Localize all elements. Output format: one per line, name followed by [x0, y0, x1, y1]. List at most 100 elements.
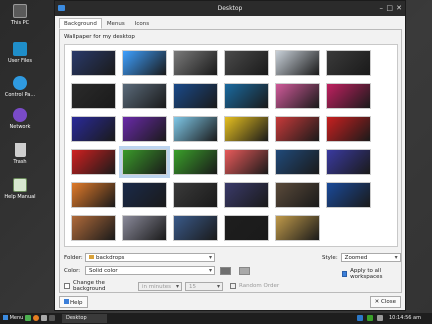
random-order-checkbox[interactable]	[230, 283, 236, 289]
random-order-label: Random Order	[239, 283, 280, 289]
wallpaper-thumbnail[interactable]	[224, 83, 269, 109]
desktop-icon-label: This PC	[10, 20, 30, 26]
taskbar-window-desktop[interactable]: Desktop	[62, 314, 107, 323]
wallpaper-thumbnail[interactable]	[275, 149, 320, 175]
wallpaper-thumbnail[interactable]	[122, 83, 167, 109]
desktop-icon-help-manual[interactable]: Help Manual	[2, 178, 38, 200]
close-label: Close	[381, 299, 396, 305]
wallpaper-thumbnail[interactable]	[71, 50, 116, 76]
wallpaper-thumbnail[interactable]	[224, 116, 269, 142]
taskbar: Menu Desktop 10:14:56 am	[0, 313, 432, 324]
dialog-titlebar[interactable]: Desktop – □ ✕	[55, 1, 405, 16]
maximize-icon[interactable]: □	[386, 4, 393, 12]
launcher-terminal-icon[interactable]	[49, 315, 55, 321]
desktop-icon-user-files[interactable]: User Files	[2, 42, 38, 64]
launcher-browser-icon[interactable]	[33, 315, 39, 321]
secondary-color-swatch[interactable]	[239, 266, 250, 275]
tab-background[interactable]: Background	[59, 18, 102, 29]
wallpaper-thumbnail[interactable]	[173, 149, 218, 175]
wallpaper-thumbnail[interactable]	[71, 149, 116, 175]
wallpaper-thumbnail[interactable]	[122, 116, 167, 142]
desktop-icon-label: Help Manual	[4, 194, 36, 200]
wallpaper-thumbnail[interactable]	[119, 146, 170, 178]
desktop-icon-label: Control Pa...	[4, 92, 36, 98]
folder-value: backdrops	[96, 255, 125, 261]
help-book-icon	[13, 178, 27, 192]
folder-select[interactable]: backdrops	[85, 253, 215, 262]
wallpaper-thumbnail[interactable]	[275, 50, 320, 76]
interval-unit-value: in minutes	[142, 283, 172, 290]
desktop-icon-control-panel[interactable]: Control Pa...	[2, 76, 38, 98]
tab-icons[interactable]: Icons	[130, 18, 154, 29]
wallpaper-thumbnail[interactable]	[224, 50, 269, 76]
desktop-icon-network[interactable]: Network	[2, 108, 38, 130]
color-mode-select[interactable]: Solid color	[85, 266, 215, 275]
wallpaper-thumbnail[interactable]	[326, 182, 371, 208]
wallpaper-thumbnail[interactable]	[275, 182, 320, 208]
network-icon	[13, 108, 27, 122]
desktop-icon-trash[interactable]: Trash	[2, 143, 38, 165]
trash-icon	[14, 143, 26, 157]
folder-icon	[89, 255, 94, 259]
wallpaper-label: Wallpaper for my desktop	[64, 34, 135, 40]
desktop-settings-dialog: Desktop – □ ✕ Background Menus Icons Wal…	[54, 0, 406, 311]
desktop-icon-label: User Files	[8, 58, 32, 64]
wallpaper-thumbnail[interactable]	[326, 50, 371, 76]
wallpaper-thumbnail[interactable]	[71, 83, 116, 109]
tray-volume-icon[interactable]	[377, 315, 383, 321]
launcher-desktop-icon[interactable]	[25, 315, 31, 321]
color-mode-value: Solid color	[89, 268, 118, 274]
wallpaper-thumbnail[interactable]	[224, 215, 269, 241]
taskbar-clock[interactable]: 10:14:56 am	[389, 315, 421, 321]
color-row: Color: Solid color	[64, 266, 250, 275]
interval-unit-select[interactable]: in minutes	[138, 281, 182, 291]
wallpaper-thumbnail[interactable]	[173, 83, 218, 109]
wallpaper-thumbnail[interactable]	[71, 215, 116, 241]
change-bg-row: Change the background in minutes 15 Rand…	[64, 280, 279, 292]
wallpaper-thumbnail[interactable]	[122, 215, 167, 241]
wallpaper-thumbnail[interactable]	[173, 215, 218, 241]
color-label: Color:	[64, 267, 81, 274]
wallpaper-thumbnail[interactable]	[326, 149, 371, 175]
minimize-icon[interactable]: –	[380, 4, 384, 12]
change-bg-label: Change the background	[73, 280, 106, 292]
wallpaper-thumbnail[interactable]	[224, 149, 269, 175]
wallpaper-thumbnail[interactable]	[173, 50, 218, 76]
wallpaper-thumbnail[interactable]	[173, 116, 218, 142]
interval-spinner[interactable]: 15	[185, 281, 223, 291]
wallpaper-thumbnail[interactable]	[326, 83, 371, 109]
control-panel-icon	[13, 76, 27, 90]
style-value: Zoomed	[344, 255, 368, 261]
desktop-icon-this-pc[interactable]: This PC	[2, 4, 38, 26]
help-button[interactable]: Help	[59, 296, 88, 308]
menu-label: Menu	[9, 315, 24, 321]
computer-icon	[13, 4, 27, 18]
close-icon[interactable]: ✕	[396, 4, 402, 12]
apply-all-row: Apply to all workspaces	[342, 268, 401, 280]
wallpaper-thumbnail[interactable]	[173, 182, 218, 208]
wallpaper-thumbnail[interactable]	[275, 83, 320, 109]
close-button[interactable]: ✕ Close	[369, 296, 401, 308]
wallpaper-thumbnail[interactable]	[275, 116, 320, 142]
tray-network-icon[interactable]	[357, 315, 363, 321]
style-label: Style:	[322, 254, 338, 261]
wallpaper-thumbnail[interactable]	[224, 182, 269, 208]
tray-update-icon[interactable]	[367, 315, 373, 321]
wallpaper-grid[interactable]	[64, 44, 398, 247]
menu-button[interactable]: Menu	[3, 315, 23, 321]
tab-menus[interactable]: Menus	[102, 18, 130, 29]
help-label: Help	[70, 300, 83, 306]
primary-color-swatch[interactable]	[220, 266, 231, 275]
wallpaper-thumbnail[interactable]	[275, 215, 320, 241]
change-bg-checkbox[interactable]	[64, 283, 70, 289]
wallpaper-thumbnail[interactable]	[122, 182, 167, 208]
launcher-files-icon[interactable]	[41, 315, 47, 321]
style-select[interactable]: Zoomed	[340, 253, 401, 262]
wallpaper-thumbnail[interactable]	[71, 116, 116, 142]
wallpaper-thumbnail[interactable]	[122, 50, 167, 76]
home-folder-icon	[13, 42, 27, 56]
desktop-icon-label: Network	[9, 124, 31, 130]
wallpaper-thumbnail[interactable]	[326, 116, 371, 142]
wallpaper-thumbnail[interactable]	[71, 182, 116, 208]
apply-all-checkbox[interactable]	[342, 271, 348, 277]
